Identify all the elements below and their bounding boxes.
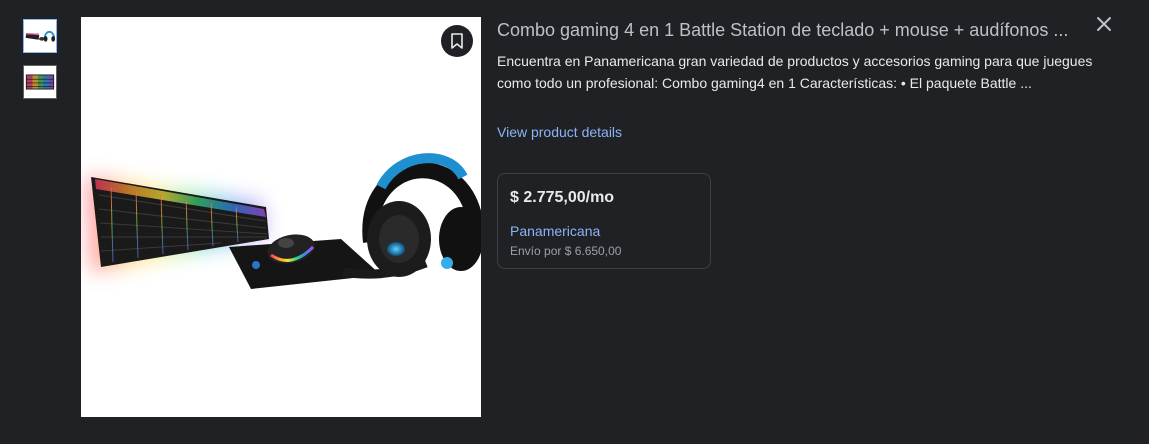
gaming-combo-thumbnail-icon <box>24 20 56 52</box>
close-icon <box>1097 17 1111 31</box>
merchant-link[interactable]: Panamericana <box>510 223 600 239</box>
offer-card[interactable]: $ 2.775,00/mo Panamericana Envío por $ 6… <box>497 173 711 269</box>
keyboard-thumbnail-icon <box>24 66 56 98</box>
product-viewer: Combo gaming 4 en 1 Battle Station de te… <box>0 0 1149 444</box>
gaming-combo-image <box>81 17 481 417</box>
product-description: Encuentra en Panamericana gran variedad … <box>497 53 1093 91</box>
save-button[interactable] <box>441 25 473 57</box>
view-product-details-link[interactable]: View product details <box>497 124 622 140</box>
close-button[interactable] <box>1092 12 1116 36</box>
bookmark-icon <box>451 33 463 49</box>
product-title[interactable]: Combo gaming 4 en 1 Battle Station de te… <box>497 18 1077 42</box>
product-image[interactable] <box>81 17 481 417</box>
thumbnail-2[interactable] <box>23 65 57 99</box>
shipping-cost: Envío por $ 6.650,00 <box>510 244 622 258</box>
thumbnail-1[interactable] <box>23 19 57 53</box>
offer-price: $ 2.775,00/mo <box>510 189 615 206</box>
